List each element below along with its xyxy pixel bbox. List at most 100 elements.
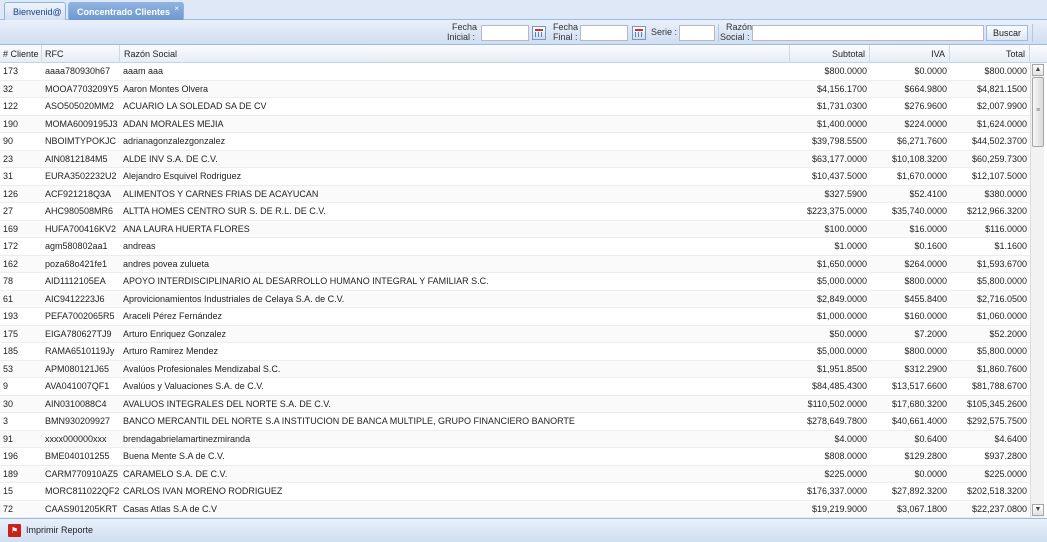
cell-total: $1,593.6700 — [976, 258, 1027, 269]
cell-total: $800.0000 — [984, 66, 1027, 76]
cell-iva: $10,108.3200 — [891, 153, 947, 164]
table-row[interactable]: 185 RAMA6510119Jy Arturo Ramirez Mendez $5,… — [0, 343, 1030, 361]
cell-razon-social: andres povea zulueta — [123, 258, 210, 269]
pdf-icon[interactable]: ⚑ — [8, 524, 21, 537]
cell-rfc: NBOIMTYPOKJC — [45, 136, 117, 146]
cell-iva: $7.2000 — [914, 328, 947, 339]
table-row[interactable]: 15 MORC811022QF2 CARLOS IVAN MORENO RODRIG… — [0, 483, 1030, 501]
cell-rfc: MOMA6009195J3 — [45, 118, 118, 129]
table-row[interactable]: 189 CARM770910AZ5 CARAMELO S.A. DE C.V. $22… — [0, 465, 1030, 483]
cell-iva: $0.0000 — [914, 468, 947, 479]
scroll-down-icon[interactable]: ▼ — [1032, 504, 1044, 516]
table-row[interactable]: 31 EURA3502232U2 Alejandro Esquivel Rodrig… — [0, 168, 1030, 186]
cell-cliente: 23 — [3, 153, 14, 164]
cell-cliente: 175 — [3, 328, 19, 339]
column-header-iva[interactable]: IVA — [870, 45, 950, 63]
table-row[interactable]: 172 agm580802aa1 andreas $1.0000 $0.1600 $1.1… — [0, 238, 1030, 256]
calendar-icon[interactable] — [532, 26, 546, 40]
razon-social-input[interactable] — [752, 25, 984, 41]
cell-total: $44,502.3700 — [971, 136, 1027, 146]
table-row[interactable]: 90 NBOIMTYPOKJC adrianagonzalezgonzalez $39… — [0, 133, 1030, 151]
cell-razon-social: ALIMENTOS Y CARNES FRIAS DE ACAYUCAN — [123, 188, 319, 199]
cell-cliente: 30 — [3, 398, 14, 409]
table-row[interactable]: 162 poza68o421fe1 andres povea zulueta $1,6… — [0, 255, 1030, 273]
table-row[interactable]: 196 BME040101255 Buena Mente S.A de C.V. $8… — [0, 448, 1030, 466]
table-row[interactable]: 23 AIN0812184M5 ALDE INV S.A. DE C.V. $63,1… — [0, 150, 1030, 168]
cell-subtotal: $1,400.0000 — [816, 118, 867, 129]
cell-subtotal: $5,000.0000 — [816, 276, 867, 286]
cell-subtotal: $19,219.9000 — [811, 503, 867, 514]
table-row[interactable]: 9 AVA041007QF1 Avalúos y Valuaciones S.A. … — [0, 378, 1030, 396]
cell-subtotal: $800.0000 — [824, 66, 867, 76]
cell-rfc: RAMA6510119Jy — [45, 346, 115, 356]
cell-razon-social: ADAN MORALES MEJIA — [123, 118, 224, 129]
fecha-inicial-label-2: Inicial : — [447, 32, 476, 42]
cell-rfc: CAAS901205KRT — [45, 503, 118, 514]
cell-subtotal: $4.0000 — [834, 433, 867, 444]
column-header-rfc[interactable]: RFC — [42, 45, 120, 63]
tab-concentrado-clientes[interactable]: Concentrado Clientes × — [68, 2, 184, 21]
cell-cliente: 190 — [3, 118, 19, 129]
cell-cliente: 126 — [3, 188, 19, 199]
table-row[interactable]: 175 EIGA780627TJ9 Arturo Enriquez Gonzalez… — [0, 325, 1030, 343]
table-row[interactable]: 3 BMN930209927 BANCO MERCANTIL DEL NORTE S… — [0, 413, 1030, 431]
table-row[interactable]: 126 ACF921218Q3A ALIMENTOS Y CARNES FRIAS … — [0, 185, 1030, 203]
cell-total: $81,788.6700 — [971, 381, 1027, 391]
fecha-inicial-input[interactable] — [481, 25, 529, 41]
cell-subtotal: $1.0000 — [834, 241, 867, 251]
cell-subtotal: $1,000.0000 — [816, 311, 867, 321]
cell-iva: $3,067.1800 — [896, 503, 947, 514]
table-row[interactable]: 91 xxxx000000xxx brendagabrielamartinezmir… — [0, 430, 1030, 448]
table-row[interactable]: 169 HUFA700416KV2 ANA LAURA HUERTA FLORES $… — [0, 220, 1030, 238]
cell-iva: $0.1600 — [914, 241, 947, 251]
cell-razon-social: ALTTA HOMES CENTRO SUR S. DE R.L. DE C.V… — [123, 206, 326, 216]
scroll-thumb[interactable]: ≡ — [1032, 77, 1044, 147]
close-icon[interactable]: × — [174, 4, 179, 13]
cell-razon-social: ANA LAURA HUERTA FLORES — [123, 223, 250, 234]
cell-total: $225.0000 — [984, 468, 1027, 479]
buscar-button[interactable]: Buscar — [986, 25, 1028, 41]
cell-razon-social: Casas Atlas S.A de C.V — [123, 503, 218, 514]
table-row[interactable]: 32 MOOA7703209Y5 Aaron Montes Olvera $4,156… — [0, 80, 1030, 98]
calendar-icon[interactable] — [632, 26, 646, 40]
table-row[interactable]: 30 AIN0310088C4 AVALUOS INTEGRALES DEL NOR… — [0, 395, 1030, 413]
table-row[interactable]: 72 CAAS901205KRT Casas Atlas S.A de C.V $19… — [0, 500, 1030, 518]
cell-cliente: 27 — [3, 206, 14, 216]
cell-subtotal: $1,731.0300 — [816, 101, 867, 111]
cell-cliente: 72 — [3, 503, 14, 514]
cell-total: $1,060.0000 — [976, 311, 1027, 321]
cell-total: $1,624.0000 — [976, 118, 1027, 129]
cell-razon-social: Aprovicionamientos Industriales de Celay… — [123, 293, 345, 304]
column-header-subtotal[interactable]: Subtotal — [790, 45, 870, 63]
imprimir-reporte-button[interactable]: Imprimir Reporte — [26, 525, 93, 535]
cell-iva: $13,517.6600 — [891, 381, 947, 391]
cell-rfc: AVA041007QF1 — [45, 381, 110, 391]
table-row[interactable]: 173 aaaa780930h67 aaam aaa $800.0000 $0.0000… — [0, 63, 1030, 81]
table-row[interactable]: 78 AID1112105EA APOYO INTERDISCIPLINARIO A… — [0, 273, 1030, 291]
cell-subtotal: $278,649.7800 — [806, 416, 867, 426]
cell-total: $2,007.9900 — [976, 101, 1027, 111]
fecha-final-input[interactable] — [580, 25, 628, 41]
cell-rfc: xxxx000000xxx — [45, 433, 107, 444]
separator — [1032, 24, 1033, 42]
column-header-cliente[interactable]: # Cliente — [0, 45, 42, 63]
table-row[interactable]: 193 PEFA7002065R5 Araceli Pérez Fernández $… — [0, 308, 1030, 326]
table-row[interactable]: 61 AIC9412223J6 Aprovicionamientos Industr… — [0, 290, 1030, 308]
table-row[interactable]: 190 MOMA6009195J3 ADAN MORALES MEJIA $1,400… — [0, 115, 1030, 133]
cell-cliente: 3 — [3, 416, 9, 426]
tab-bienvenida[interactable]: Bienvenid@ — [4, 2, 66, 20]
cell-rfc: aaaa780930h67 — [45, 66, 111, 76]
table-row[interactable]: 27 AHC980508MR6 ALTTA HOMES CENTRO SUR S. … — [0, 203, 1030, 221]
table-row[interactable]: 53 APM080121J65 Avalúos Profesionales Mend… — [0, 360, 1030, 378]
table-row[interactable]: 122 ASO505020MM2 ACUARIO LA SOLEDAD SA DE … — [0, 98, 1030, 116]
vertical-scrollbar[interactable]: ▲ ≡ ▼ — [1030, 63, 1044, 518]
cell-total: $212,966.3200 — [966, 206, 1027, 216]
column-header-total[interactable]: Total — [950, 45, 1030, 63]
column-header-razon-social[interactable]: Razón Social — [120, 45, 790, 63]
cell-total: $105,345.2600 — [966, 398, 1027, 409]
scroll-up-icon[interactable]: ▲ — [1032, 64, 1044, 76]
serie-input[interactable] — [679, 25, 715, 41]
cell-razon-social: andreas — [123, 241, 156, 251]
cell-subtotal: $39,798.5500 — [811, 136, 867, 146]
cell-total: $1,860.7600 — [976, 363, 1027, 374]
